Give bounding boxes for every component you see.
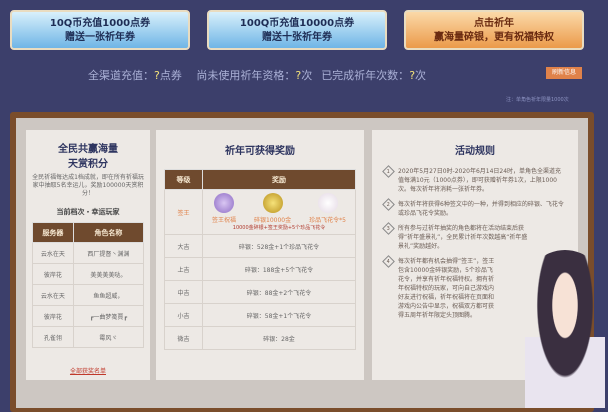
name-cell: ┏一曲梦笺賈┏ xyxy=(72,305,145,327)
table-row: 签王 签王祝福 碎银10000金 珍品飞花令*5 10000金碎银+签王奖励+5… xyxy=(164,189,356,235)
server-cell: 云水在天 xyxy=(32,284,74,306)
reward-cell: 碎银：188金+5个飞花令 xyxy=(202,257,356,281)
all-winners-link[interactable]: 全部获奖名单 xyxy=(70,368,106,375)
column-header: 服务器 xyxy=(32,222,74,243)
panel-title: 活动规则 xyxy=(455,146,495,157)
table-row: 云水在天 西厂提督丶渊渊 xyxy=(32,242,145,264)
flower-icon xyxy=(317,193,338,213)
pray-button[interactable]: 点击祈年赢海量碎银，更有祝福特权 xyxy=(404,10,584,50)
name-cell: 西厂提督丶渊渊 xyxy=(72,242,145,264)
rewards-table: 等级 奖励 签王 签王祝福 碎银10000金 珍品飞花令*5 10000金碎银+签… xyxy=(164,169,356,350)
table-row: 微吉 碎银：28金 xyxy=(164,326,356,350)
reward-item: 珍品飞花令*5 xyxy=(309,217,346,224)
limit-note: 注：单角色祈年限量1000次 xyxy=(506,97,569,103)
level-cell: 上吉 xyxy=(164,257,203,281)
server-cell: 孔雀翎 xyxy=(32,326,74,348)
current-tier-label: 当前档次・幸运玩家 xyxy=(56,208,120,216)
reward-cell: 碎银：28金 xyxy=(202,326,356,350)
level-cell: 微吉 xyxy=(164,326,203,350)
server-cell: 彼岸花 xyxy=(32,305,74,327)
column-header: 奖励 xyxy=(202,169,356,190)
banner-line: 100Q币充值10000点券 xyxy=(239,18,355,29)
rule-text: 每次祈年将获得6种签文中的一种，并得到相应的碎银、飞花令或珍品飞花令奖励。 xyxy=(398,201,564,217)
reward-cell: 碎银：58金+1个飞花令 xyxy=(202,303,356,327)
level-cell: 大吉 xyxy=(164,234,203,258)
reward-cell: 碎银：528金+1个珍品飞花令 xyxy=(202,234,356,258)
done-unit: 次 xyxy=(415,69,427,82)
table-row: 大吉 碎银：528金+1个珍品飞花令 xyxy=(164,234,356,258)
reward-item: 签王祝福 xyxy=(212,217,237,224)
rule-number: 3 xyxy=(382,222,395,235)
refresh-button[interactable]: 刷新信息 xyxy=(546,67,582,79)
server-cell: 彼岸花 xyxy=(32,263,74,285)
reward-summary: 10000金碎银+签王奖励+5个珍品飞花令 xyxy=(232,225,326,231)
coin-icon xyxy=(262,193,283,213)
character-illustration xyxy=(525,250,605,408)
name-cell: 美美美美哒。 xyxy=(72,263,145,285)
level-cell: 小吉 xyxy=(164,303,203,327)
rewards-panel: 祈年可获得奖励 等级 奖励 签王 签王祝福 碎银10000金 珍品飞花令*5 10… xyxy=(156,130,364,380)
recharge-1000-banner[interactable]: 10Q币充值1000点券 赠送一张祈年券 xyxy=(10,10,190,50)
lucky-players-table: 服务器 角色名称 云水在天 西厂提督丶渊渊 彼岸花 美美美美哒。 云水在天 鱼鱼超威， … xyxy=(32,222,145,348)
panel-title: 祈年可获得奖励 xyxy=(225,146,295,157)
rule-text: 每次祈年都有机会抽得“签王”，签王包含10000金碎银奖励，5个珍品飞花令，并享… xyxy=(398,258,495,319)
panel-description: 全民祈福每达成1档成就，即在所有祈福玩家中抽取5名幸运儿，奖励100000天赏积… xyxy=(32,174,144,197)
level-cell: 签王 xyxy=(164,189,203,235)
panel-title: 全民共赢海量 xyxy=(58,144,118,155)
table-row: 彼岸花 ┏一曲梦笺賈┏ xyxy=(32,305,145,327)
rule-number: 1 xyxy=(382,165,395,178)
name-cell: 鱼鱼超威， xyxy=(72,284,145,306)
rule-text: 所有参与过祈年抽奖的角色都将在活动结束后获得“祈年盛景礼”，全民累计祈年次数越高… xyxy=(398,225,528,250)
rule-item: 2 每次祈年将获得6种签文中的一种，并得到相应的碎银、飞花令或珍品飞花令奖励。 xyxy=(382,198,566,218)
banner-line: 赠送一张祈年券 xyxy=(65,32,135,43)
rule-number: 2 xyxy=(382,198,395,211)
top-reward-cell: 签王祝福 碎银10000金 珍品飞花令*5 10000金碎银+签王奖励+5个珍品… xyxy=(202,189,356,235)
column-header: 角色名称 xyxy=(72,222,145,243)
table-row: 中吉 碎银：88金+2个飞花令 xyxy=(164,280,356,304)
rule-item: 3 所有参与过祈年抽奖的角色都将在活动结束后获得“祈年盛景礼”，全民累计祈年次数越… xyxy=(382,222,566,251)
table-row: 上吉 碎银：188金+5个飞花令 xyxy=(164,257,356,281)
recharge-label: 全渠道充值： xyxy=(88,69,154,82)
rule-number: 4 xyxy=(382,255,395,268)
lucky-players-panel: 全民共赢海量 天赏积分 全民祈福每达成1档成就，即在所有祈福玩家中抽取5名幸运儿… xyxy=(26,130,150,380)
server-cell: 云水在天 xyxy=(32,242,74,264)
stats-bar: 全渠道充值：?点券 尚未使用祈年资格：?次 已完成祈年次数：?次 xyxy=(88,67,426,83)
recharge-10000-banner[interactable]: 100Q币充值10000点券 赠送十张祈年券 xyxy=(207,10,387,50)
unused-label: 尚未使用祈年资格： xyxy=(196,69,296,82)
column-header: 等级 xyxy=(164,169,203,190)
rule-text: 2020年5月27日0时-2020年6月14日24时，单角色全渠道充值每满10元… xyxy=(398,168,562,193)
banner-line: 赠送十张祈年券 xyxy=(262,32,332,43)
table-row: 彼岸花 美美美美哒。 xyxy=(32,263,145,285)
banner-line: 赢海量碎银，更有祝福特权 xyxy=(434,32,554,43)
unused-unit: 次 xyxy=(301,69,313,82)
table-row: 孔雀翎 霉风ヾ xyxy=(32,326,145,348)
panel-subtitle: 天赏积分 xyxy=(68,159,108,170)
done-label: 已完成祈年次数： xyxy=(321,69,410,82)
table-row: 云水在天 鱼鱼超威， xyxy=(32,284,145,306)
rule-item: 1 2020年5月27日0时-2020年6月14日24时，单角色全渠道充值每满10… xyxy=(382,165,566,194)
name-cell: 霉风ヾ xyxy=(72,326,145,348)
reward-item: 碎银10000金 xyxy=(254,217,292,224)
recharge-unit: 点券 xyxy=(159,69,182,82)
gem-icon xyxy=(214,193,234,213)
table-row: 小吉 碎银：58金+1个飞花令 xyxy=(164,303,356,327)
level-cell: 中吉 xyxy=(164,280,203,304)
banner-line: 10Q币充值1000点券 xyxy=(49,18,151,29)
reward-cell: 碎银：88金+2个飞花令 xyxy=(202,280,356,304)
banner-line: 点击祈年 xyxy=(474,18,514,29)
